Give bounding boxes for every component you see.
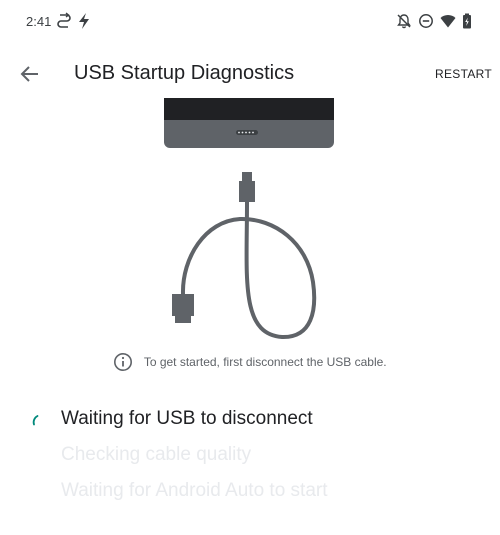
wifi-icon bbox=[440, 15, 456, 28]
step-label: Waiting for Android Auto to start bbox=[61, 480, 328, 501]
usb-a-connector bbox=[172, 294, 194, 316]
sync-icon bbox=[57, 12, 71, 28]
phone-illustration bbox=[164, 98, 334, 148]
status-bar: 2:41 bbox=[0, 0, 500, 44]
usb-cable bbox=[172, 172, 317, 340]
page-title: USB Startup Diagnostics bbox=[74, 62, 295, 84]
info-row: To get started, first disconnect the USB… bbox=[0, 352, 500, 376]
back-button[interactable] bbox=[14, 58, 46, 90]
do-not-disturb-icon bbox=[419, 14, 433, 28]
step-usb-disconnect: Waiting for USB to disconnect bbox=[0, 404, 500, 440]
usb-port bbox=[236, 130, 258, 135]
restart-button[interactable]: RESTART bbox=[435, 67, 492, 81]
arrow-back-icon bbox=[20, 66, 38, 82]
status-time: 2:41 bbox=[26, 14, 52, 29]
info-text: To get started, first disconnect the USB… bbox=[143, 355, 387, 369]
diagnostic-steps: Waiting for USB to disconnect Checking c… bbox=[0, 404, 500, 512]
step-label: Waiting for USB to disconnect bbox=[61, 408, 313, 429]
notifications-off-icon bbox=[397, 14, 411, 29]
battery-icon bbox=[463, 13, 471, 29]
step-label: Checking cable quality bbox=[61, 444, 252, 465]
usb-cable-illustration bbox=[164, 98, 334, 340]
step-android-auto-start: Waiting for Android Auto to start bbox=[0, 476, 500, 512]
progress-spinner-icon bbox=[32, 415, 39, 426]
step-cable-quality: Checking cable quality bbox=[0, 440, 500, 476]
app-bar: USB Startup Diagnostics RESTART bbox=[0, 52, 500, 98]
usb-c-connector bbox=[239, 181, 255, 202]
flash-icon bbox=[79, 13, 89, 29]
info-icon bbox=[114, 353, 133, 371]
